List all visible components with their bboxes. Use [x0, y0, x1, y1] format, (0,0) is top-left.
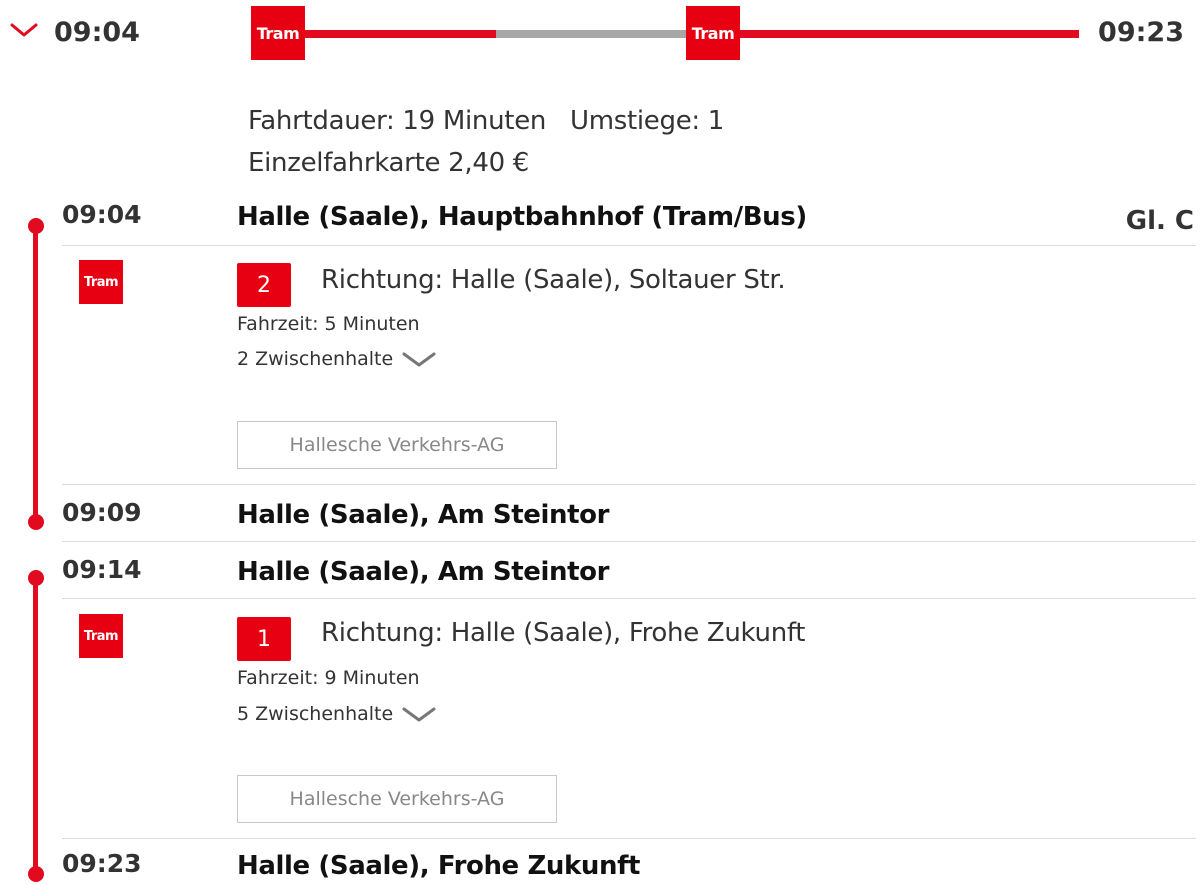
intermediate-stops-toggle[interactable]: 5 Zwischenhalte	[237, 703, 437, 725]
leg-arrival-time: 09:23	[62, 849, 142, 878]
leg-departure-time: 09:14	[62, 555, 142, 584]
divider	[62, 245, 1196, 246]
summary-tram-icon: Tram	[686, 6, 740, 60]
departure-dot	[28, 218, 44, 234]
summary-transfers: Umstiege: 1	[569, 106, 725, 136]
operator-button[interactable]: Hallesche Verkehrs-AG	[237, 775, 557, 823]
operator-button[interactable]: Hallesche Verkehrs-AG	[237, 421, 557, 469]
tram-icon: Tram	[79, 614, 123, 658]
divider	[62, 838, 1196, 839]
arrival-dot	[28, 866, 44, 882]
leg-departure-time: 09:04	[62, 200, 142, 229]
chevron-down-icon	[402, 352, 436, 367]
leg-arrival-stop: Halle (Saale), Frohe Zukunft	[237, 851, 641, 881]
timeline-segment-ride	[305, 30, 496, 38]
leg-arrival-time: 09:09	[62, 498, 142, 527]
leg-departure-stop: Halle (Saale), Hauptbahnhof (Tram/Bus)	[237, 202, 807, 232]
intermediate-stops-label: 2 Zwischenhalte	[237, 348, 394, 370]
divider	[62, 598, 1196, 599]
departure-dot	[28, 570, 44, 586]
leg-arrival-stop: Halle (Saale), Am Steintor	[237, 500, 610, 530]
chevron-down-icon	[402, 707, 436, 722]
timeline-segment-ride	[740, 30, 1079, 38]
timeline-segment-transfer	[496, 30, 686, 38]
collapse-chevron-icon[interactable]	[8, 20, 44, 48]
divider	[62, 541, 1196, 542]
summary-duration-transfers: Fahrtdauer: 19 Minuten Umstiege: 1	[248, 106, 724, 136]
travel-duration: Fahrzeit: 9 Minuten	[237, 667, 420, 689]
direction-label: Richtung: Halle (Saale), Soltauer Str.	[321, 265, 786, 295]
travel-duration: Fahrzeit: 5 Minuten	[237, 313, 420, 335]
leg-rail	[33, 578, 38, 874]
summary-tram-icon: Tram	[251, 6, 305, 60]
leg-departure-stop: Halle (Saale), Am Steintor	[237, 557, 610, 587]
line-number-badge: 1	[237, 617, 291, 661]
connection-details: 09:04 Tram Tram 09:23 Fahrtdauer: 19 Min…	[0, 0, 1204, 885]
direction-label: Richtung: Halle (Saale), Frohe Zukunft	[321, 618, 806, 648]
leg-rail	[33, 226, 38, 522]
summary-departure-time: 09:04	[54, 17, 140, 48]
intermediate-stops-toggle[interactable]: 2 Zwischenhalte	[237, 348, 437, 370]
intermediate-stops-label: 5 Zwischenhalte	[237, 703, 394, 725]
summary-arrival-time: 09:23	[1098, 17, 1184, 48]
summary-duration: Fahrtdauer: 19 Minuten	[248, 106, 547, 136]
divider	[62, 484, 1196, 485]
tram-icon: Tram	[79, 260, 123, 304]
summary-fare: Einzelfahrkarte 2,40 €	[248, 148, 530, 178]
arrival-dot	[28, 514, 44, 530]
line-number-badge: 2	[237, 263, 291, 307]
platform-label: Gl. C	[1125, 206, 1194, 236]
